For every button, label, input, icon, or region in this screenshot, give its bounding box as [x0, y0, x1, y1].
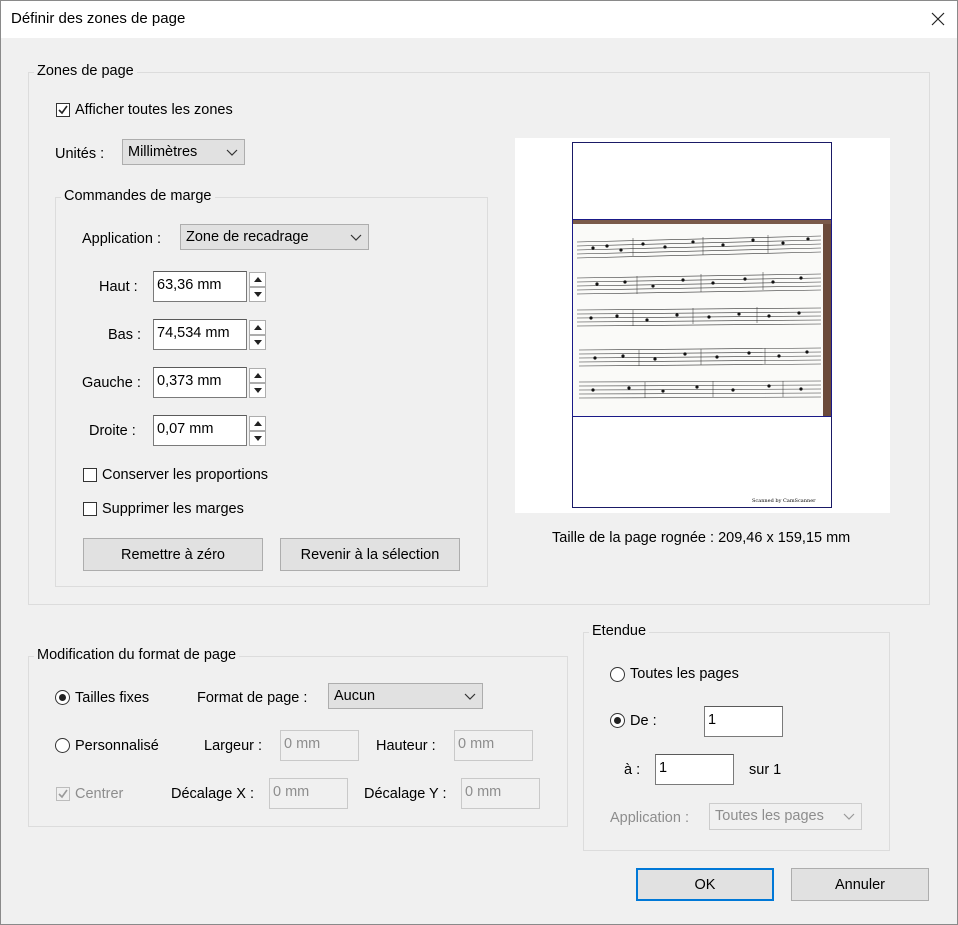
title-bar: Définir des zones de page: [0, 0, 958, 38]
chevron-down-icon: [464, 693, 476, 700]
margins-legend: Commandes de marge: [61, 188, 215, 204]
from-input[interactable]: 1: [704, 706, 783, 737]
center-label: Centrer: [75, 786, 124, 802]
from-value: 1: [708, 712, 717, 728]
right-input[interactable]: 0,07 mm: [153, 415, 247, 446]
reset-button[interactable]: Remettre à zéro: [83, 538, 263, 571]
bottom-value: 74,534 mm: [157, 325, 230, 341]
range-application-select[interactable]: Toutes les pages: [709, 803, 862, 830]
offset-x-value: 0 mm: [273, 784, 310, 800]
page-format-label: Format de page :: [197, 690, 308, 706]
keep-ratio-checkbox[interactable]: [83, 468, 97, 482]
top-input[interactable]: 63,36 mm: [153, 271, 247, 302]
keep-ratio-label: Conserver les proportions: [102, 467, 269, 483]
arrow-down-icon: [254, 292, 262, 297]
offset-y-input[interactable]: 0 mm: [461, 778, 540, 809]
show-all-checkbox[interactable]: [56, 103, 70, 117]
units-select[interactable]: Millimètres: [122, 139, 245, 165]
offset-x-input[interactable]: 0 mm: [269, 778, 348, 809]
bottom-spin-down[interactable]: [249, 335, 266, 350]
application-value: Zone de recadrage: [186, 229, 309, 245]
right-value: 0,07 mm: [157, 421, 214, 437]
all-pages-label: Toutes les pages: [630, 666, 739, 682]
range-application-label: Application :: [610, 810, 689, 826]
height-value: 0 mm: [458, 736, 495, 752]
to-input[interactable]: 1: [655, 754, 734, 785]
units-label: Unités :: [55, 146, 105, 162]
custom-label: Personnalisé: [75, 738, 159, 754]
chevron-down-icon: [226, 149, 238, 156]
bottom-spin-up[interactable]: [249, 320, 266, 335]
left-spin-up[interactable]: [249, 368, 266, 383]
crop-box-outline: [572, 219, 832, 417]
arrow-down-icon: [254, 436, 262, 441]
right-label: Droite :: [89, 423, 136, 439]
margins-group: [55, 197, 488, 587]
height-input[interactable]: 0 mm: [454, 730, 533, 761]
units-value: Millimètres: [128, 144, 198, 160]
fixed-sizes-label: Tailles fixes: [75, 690, 150, 706]
arrow-down-icon: [254, 388, 262, 393]
offset-y-value: 0 mm: [465, 784, 502, 800]
chevron-down-icon: [350, 234, 362, 241]
arrow-up-icon: [254, 325, 262, 330]
width-input[interactable]: 0 mm: [280, 730, 359, 761]
format-legend: Modification du format de page: [34, 647, 240, 663]
to-value: 1: [659, 760, 668, 776]
chevron-down-icon: [843, 813, 855, 820]
width-label: Largeur :: [204, 738, 263, 754]
window-title: Définir des zones de page: [11, 10, 186, 27]
offset-x-label: Décalage X :: [171, 786, 255, 802]
arrow-down-icon: [254, 340, 262, 345]
right-spin-up[interactable]: [249, 416, 266, 431]
close-icon[interactable]: [918, 0, 958, 38]
range-legend: Etendue: [589, 623, 650, 639]
left-input[interactable]: 0,373 mm: [153, 367, 247, 398]
show-all-label: Afficher toutes les zones: [75, 102, 233, 118]
bottom-label: Bas :: [108, 327, 142, 343]
range-application-value: Toutes les pages: [715, 808, 824, 824]
revert-button[interactable]: Revenir à la sélection: [280, 538, 460, 571]
arrow-up-icon: [254, 277, 262, 282]
from-label: De :: [630, 713, 657, 729]
all-pages-radio[interactable]: [610, 667, 625, 682]
top-value: 63,36 mm: [157, 277, 222, 293]
of-label: sur 1: [749, 762, 782, 778]
top-spin-up[interactable]: [249, 272, 266, 287]
height-label: Hauteur :: [376, 738, 436, 754]
page-format-select[interactable]: Aucun: [328, 683, 483, 709]
width-value: 0 mm: [284, 736, 321, 752]
from-radio[interactable]: [610, 713, 625, 728]
left-value: 0,373 mm: [157, 373, 222, 389]
zones-legend: Zones de page: [34, 63, 137, 79]
left-label: Gauche :: [82, 375, 141, 391]
offset-y-label: Décalage Y :: [364, 786, 447, 802]
right-spin-down[interactable]: [249, 431, 266, 446]
arrow-up-icon: [254, 373, 262, 378]
scanner-watermark: Scanned by CamScanner: [752, 498, 816, 504]
application-label: Application :: [82, 231, 161, 247]
top-label: Haut :: [99, 279, 138, 295]
top-spin-down[interactable]: [249, 287, 266, 302]
custom-radio[interactable]: [55, 738, 70, 753]
bottom-input[interactable]: 74,534 mm: [153, 319, 247, 350]
remove-margins-label: Supprimer les marges: [102, 501, 244, 517]
application-select[interactable]: Zone de recadrage: [180, 224, 369, 250]
arrow-up-icon: [254, 421, 262, 426]
page-format-value: Aucun: [334, 688, 376, 704]
center-checkbox[interactable]: [56, 787, 70, 801]
cropped-size-label: Taille de la page rognée : 209,46 x 159,…: [552, 530, 851, 546]
check-icon: [58, 789, 68, 799]
ok-button[interactable]: OK: [636, 868, 774, 901]
left-spin-down[interactable]: [249, 383, 266, 398]
fixed-sizes-radio[interactable]: [55, 690, 70, 705]
remove-margins-checkbox[interactable]: [83, 502, 97, 516]
check-icon: [58, 105, 68, 115]
to-label: à :: [624, 762, 641, 778]
cancel-button[interactable]: Annuler: [791, 868, 929, 901]
